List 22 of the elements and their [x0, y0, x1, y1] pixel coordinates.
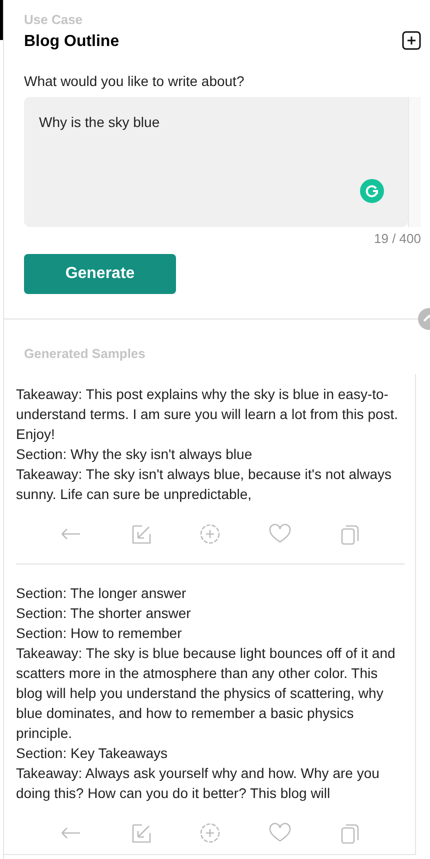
sample-line: Takeaway: The sky is blue because light bounces off of it and scatters more in the atmosphere than any other color. This blog will help you understand the physics of scattering, why blue dominates, and how to remember a basic physics principle. [16, 644, 396, 743]
section-label: Use Case [24, 12, 84, 28]
samples-heading: Generated Samples [24, 346, 146, 361]
add-circle-icon[interactable] [198, 821, 222, 845]
prompt-field[interactable]: Why is the sky blue [24, 97, 408, 227]
add-circle-icon[interactable] [198, 522, 222, 546]
add-icon[interactable] [402, 31, 421, 50]
sample-line: Section: How to remember [16, 624, 183, 643]
collapse-icon[interactable] [418, 308, 430, 330]
sample-line: Takeaway: The sky isn't always blue, because it's not always sunny. Life can sure be unpredictable, [16, 465, 392, 504]
sample-line: Section: Key Takeaways [16, 744, 168, 763]
sample-line: Takeaway: Always ask yourself why and how. Why are you doing this? How can you do it better? This blog will [16, 764, 380, 803]
sample-line: Section: The longer answer [16, 584, 188, 603]
selection-bar [0, 0, 3, 40]
sample-line: Takeaway: This post explains why the sky is blue in easy-to-understand terms. I am sure you will learn a lot from this post. Enjoy! [16, 385, 400, 444]
generate-button[interactable]: Generate [24, 254, 176, 294]
prompt-label: What would you like to write about? [24, 72, 246, 90]
use-case-title: Blog Outline [24, 32, 120, 52]
character-count: 19 / 400 [374, 231, 421, 247]
grammar-assistant-icon[interactable] [360, 179, 384, 203]
sample-line: Section: The shorter answer [16, 604, 192, 623]
sample-line: Section: Why the sky isn't always blue [16, 445, 254, 464]
